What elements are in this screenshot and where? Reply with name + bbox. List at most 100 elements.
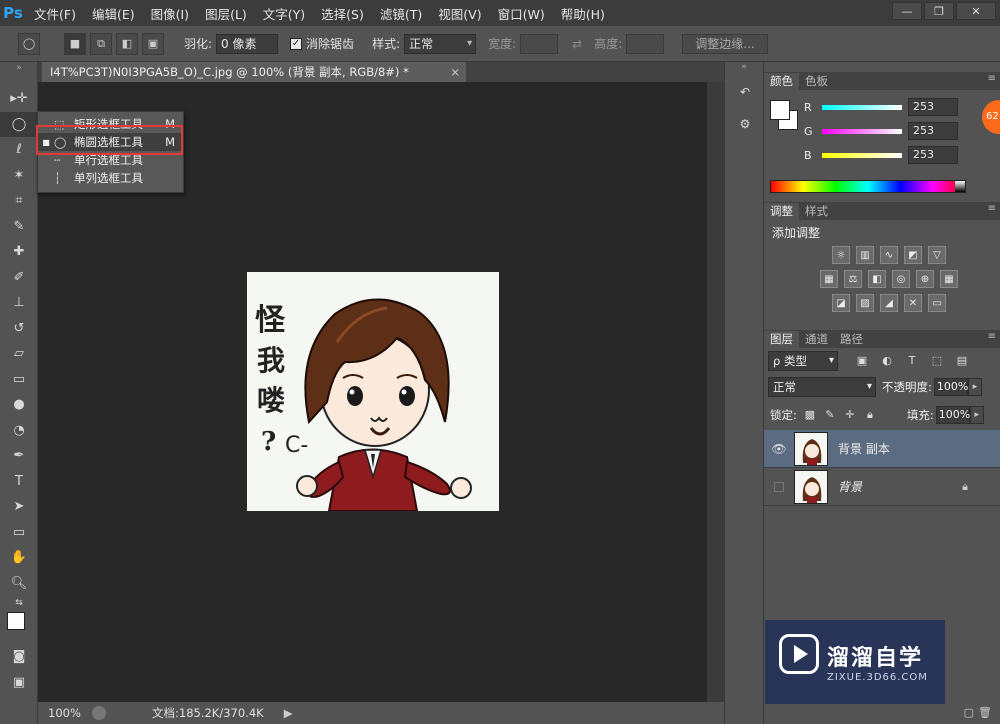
foreground-swatch[interactable]	[7, 612, 25, 630]
crop-icon[interactable]: ⌗	[0, 188, 38, 214]
ellipse-marquee-preset-icon[interactable]: ◯	[18, 32, 40, 55]
height-input[interactable]	[626, 33, 665, 54]
green-value-input[interactable]: 253	[908, 122, 958, 140]
swap-icon[interactable]: ⇄	[572, 37, 582, 51]
invert-icon[interactable]: ◪	[832, 294, 850, 312]
menu-image[interactable]: 图像(I)	[143, 4, 197, 23]
path-select-icon[interactable]: ➤	[0, 494, 38, 520]
exposure-icon[interactable]: ◩	[904, 246, 922, 264]
type-icon[interactable]: T	[0, 469, 38, 495]
lasso-icon[interactable]: ℓ	[0, 137, 38, 163]
pixel-filter-icon[interactable]: ▣	[854, 354, 870, 368]
new-selection-icon[interactable]: ■	[64, 32, 86, 55]
eye-icon[interactable]: 👁︎	[764, 442, 794, 456]
tab-styles[interactable]: 样式	[799, 203, 834, 220]
fill-dropdown-icon[interactable]: ▸	[969, 406, 984, 424]
magic-wand-icon[interactable]: ✶	[0, 163, 38, 189]
trash-icon[interactable]: 🗑︎	[978, 706, 992, 719]
properties-panel-icon[interactable]: ⚙	[731, 112, 759, 136]
tab-adjustments[interactable]: 调整	[764, 203, 799, 220]
panel-collapse-icon[interactable]: »	[0, 62, 38, 74]
eraser-icon[interactable]: ▱	[0, 341, 38, 367]
layer-kind-select[interactable]: ρ 类型	[768, 351, 838, 371]
tab-paths[interactable]: 路径	[834, 331, 869, 348]
opacity-dropdown-icon[interactable]: ▸	[967, 378, 982, 396]
zoom-level[interactable]: 100%	[38, 706, 82, 720]
menu-type[interactable]: 文字(Y)	[255, 4, 313, 23]
new-layer-icon[interactable]: ▢	[964, 706, 974, 719]
menu-select[interactable]: 选择(S)	[313, 4, 372, 23]
type-filter-icon[interactable]: T	[904, 354, 920, 368]
panel-menu-icon[interactable]: ≡	[988, 203, 996, 214]
photo-filter-icon[interactable]: ◎	[892, 270, 910, 288]
refine-edge-button[interactable]: 调整边缘...	[682, 33, 768, 54]
spot-heal-icon[interactable]: ✚	[0, 239, 38, 265]
move-icon[interactable]: ▸✛	[0, 86, 38, 112]
menu-window[interactable]: 窗口(W)	[490, 4, 553, 23]
subtract-selection-icon[interactable]: ◧	[116, 32, 138, 55]
vibrance-icon[interactable]: ▽	[928, 246, 946, 264]
add-selection-icon[interactable]: ⧉	[90, 32, 112, 55]
color-swatches[interactable]	[0, 610, 37, 644]
dock-collapse-icon[interactable]: »	[725, 62, 763, 72]
adjustment-filter-icon[interactable]: ◐	[879, 354, 895, 368]
blue-value-input[interactable]: 253	[908, 146, 958, 164]
menu-filter[interactable]: 滤镜(T)	[372, 4, 430, 23]
blur-icon[interactable]: ●	[0, 392, 38, 418]
posterize-icon[interactable]: ▨	[856, 294, 874, 312]
layer-row[interactable]: 👁︎ 背景 副本	[764, 430, 1000, 468]
lock-all-icon[interactable]: 🔒︎	[863, 408, 877, 422]
intersect-selection-icon[interactable]: ▣	[142, 32, 164, 55]
width-input[interactable]	[520, 33, 559, 54]
opacity-input[interactable]: 100%	[933, 378, 968, 396]
quick-mask-icon[interactable]: ◙	[0, 644, 38, 670]
close-tab-icon[interactable]: ×	[450, 62, 460, 82]
antialias-checkbox[interactable]: ✓	[290, 37, 303, 50]
selective-color-icon[interactable]: ✕	[904, 294, 922, 312]
tab-channels[interactable]: 通道	[799, 331, 834, 348]
color-lookup-icon[interactable]: ▦	[940, 270, 958, 288]
fill-input[interactable]: 100%	[935, 406, 970, 424]
history-brush-icon[interactable]: ↺	[0, 316, 38, 342]
history-panel-icon[interactable]: ↶	[731, 80, 759, 104]
swap-colors-icon[interactable]: ⇆	[0, 596, 38, 610]
green-slider[interactable]	[822, 128, 902, 134]
ellipse-marquee-icon[interactable]: ◯	[0, 111, 38, 137]
lock-transparent-icon[interactable]: ▩	[803, 408, 817, 422]
color-spectrum-bar[interactable]	[770, 180, 966, 193]
close-button[interactable]: ✕	[956, 2, 996, 20]
hue-saturation-icon[interactable]: ▦	[820, 270, 838, 288]
shape-filter-icon[interactable]: ⬚	[929, 354, 945, 368]
blue-slider[interactable]	[822, 152, 902, 158]
levels-icon[interactable]: ▥	[856, 246, 874, 264]
eyedropper-icon[interactable]: ✎	[0, 214, 38, 240]
document-image[interactable]: 怪 我 喽 ? C-	[247, 272, 499, 511]
layer-row[interactable]: 背景 🔒︎	[764, 468, 1000, 506]
gradient-map-icon[interactable]: ▭	[928, 294, 946, 312]
hand-icon[interactable]: ✋	[0, 545, 38, 571]
pen-icon[interactable]: ✒	[0, 443, 38, 469]
minimize-button[interactable]: —	[892, 2, 922, 20]
gradient-icon[interactable]: ▭	[0, 367, 38, 393]
foreground-color-swatch[interactable]	[770, 100, 790, 120]
feather-input[interactable]: 0 像素	[216, 33, 279, 54]
rectangle-icon[interactable]: ▭	[0, 520, 38, 546]
color-balance-icon[interactable]: ⚖	[844, 270, 862, 288]
tab-layers[interactable]: 图层	[764, 331, 799, 348]
panel-menu-icon[interactable]: ≡	[988, 73, 996, 84]
red-slider[interactable]	[822, 104, 902, 110]
menu-help[interactable]: 帮助(H)	[553, 4, 613, 23]
channel-mixer-icon[interactable]: ⊕	[916, 270, 934, 288]
menu-view[interactable]: 视图(V)	[430, 4, 489, 23]
blend-mode-select[interactable]: 正常	[768, 377, 876, 397]
stamp-icon[interactable]: ⊥	[0, 290, 38, 316]
menu-edit[interactable]: 编辑(E)	[84, 4, 143, 23]
red-value-input[interactable]: 253	[908, 98, 958, 116]
threshold-icon[interactable]: ◢	[880, 294, 898, 312]
menu-file[interactable]: 文件(F)	[26, 4, 84, 23]
smart-filter-icon[interactable]: ▤	[954, 354, 970, 368]
tab-color[interactable]: 颜色	[764, 73, 799, 90]
lock-image-icon[interactable]: ✎	[823, 408, 837, 422]
panel-menu-icon[interactable]: ≡	[988, 331, 996, 342]
screen-mode-icon[interactable]: ▣	[0, 670, 38, 696]
